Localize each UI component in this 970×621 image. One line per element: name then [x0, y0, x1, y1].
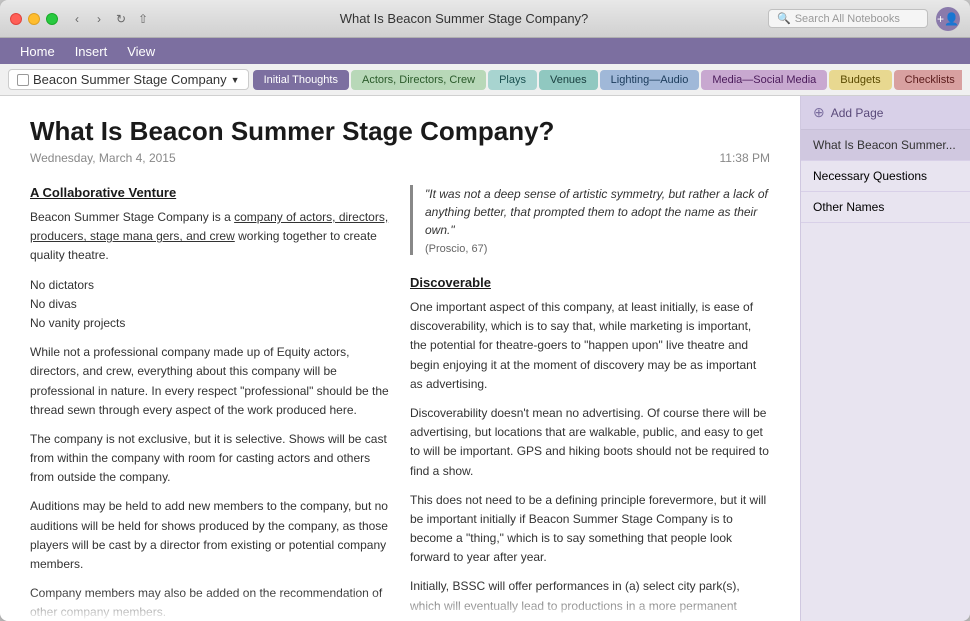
refresh-button[interactable]: ↻ [112, 10, 130, 28]
page-date-text: Wednesday, March 4, 2015 [30, 151, 176, 165]
collaborative-text-1: Beacon Summer Stage Company is a company… [30, 208, 390, 266]
share-button[interactable]: ⇧ [134, 10, 152, 28]
notebook-title-text: Beacon Summer Stage Company [33, 72, 227, 87]
tab-media[interactable]: Media—Social Media [701, 70, 827, 90]
back-button[interactable]: ‹ [68, 10, 86, 28]
window-controls [10, 13, 58, 25]
menu-view[interactable]: View [117, 38, 165, 64]
collaborative-text-3: While not a professional company made up… [30, 343, 390, 420]
page-title: What Is Beacon Summer Stage Company? [30, 116, 770, 147]
collaborative-text-2: No dictatorsNo divasNo vanity projects [30, 276, 390, 334]
page-content-area[interactable]: What Is Beacon Summer Stage Company? Wed… [0, 96, 800, 621]
tab-initial-thoughts[interactable]: Initial Thoughts [253, 70, 349, 90]
quote-box: "It was not a deep sense of artistic sym… [410, 185, 770, 255]
tab-checklists[interactable]: Checklists [894, 70, 962, 90]
chevron-down-icon: ▼ [231, 75, 240, 85]
notebook-selector[interactable]: Beacon Summer Stage Company ▼ [8, 69, 249, 90]
section-discoverable-title: Discoverable [410, 275, 770, 290]
menu-bar: Home Insert View [0, 38, 970, 64]
page-time-text: 11:38 PM [720, 151, 770, 165]
tab-plays[interactable]: Plays [488, 70, 537, 90]
notebook-bar: Beacon Summer Stage Company ▼ Initial Th… [0, 64, 970, 96]
discoverable-text-2: Discoverability doesn't mean no advertis… [410, 404, 770, 481]
search-icon: 🔍 [777, 12, 791, 25]
underline-company: company of actors, directors, producers,… [30, 210, 388, 243]
menu-insert[interactable]: Insert [65, 38, 118, 64]
title-bar: ‹ › ↻ ⇧ What Is Beacon Summer Stage Comp… [0, 0, 970, 38]
left-column: A Collaborative Venture Beacon Summer St… [30, 185, 390, 621]
content-columns: A Collaborative Venture Beacon Summer St… [30, 185, 770, 621]
right-column: "It was not a deep sense of artistic sym… [410, 185, 770, 621]
app-window: ‹ › ↻ ⇧ What Is Beacon Summer Stage Comp… [0, 0, 970, 621]
tabs-bar: Initial Thoughts Actors, Directors, Crew… [253, 70, 962, 90]
right-sidebar: ⊕ Add Page What Is Beacon Summer... Nece… [800, 96, 970, 621]
sidebar-page-what-is[interactable]: What Is Beacon Summer... [801, 130, 970, 161]
quote-attribution: (Proscio, 67) [425, 243, 770, 255]
close-button[interactable] [10, 13, 22, 25]
page-metadata: Wednesday, March 4, 2015 11:38 PM [30, 151, 770, 165]
window-title: What Is Beacon Summer Stage Company? [160, 11, 768, 26]
tab-lighting[interactable]: Lighting—Audio [600, 70, 700, 90]
minimize-button[interactable] [28, 13, 40, 25]
maximize-button[interactable] [46, 13, 58, 25]
discoverable-text-4: Initially, BSSC will offer performances … [410, 577, 770, 621]
section-collaborative-title: A Collaborative Venture [30, 185, 390, 200]
collaborative-text-6: Company members may also be added on the… [30, 584, 390, 621]
forward-button[interactable]: › [90, 10, 108, 28]
search-bar[interactable]: 🔍 Search All Notebooks [768, 9, 928, 28]
sidebar-page-other-names[interactable]: Other Names [801, 192, 970, 223]
collaborative-text-4: The company is not exclusive, but it is … [30, 430, 390, 488]
tab-venues[interactable]: Venues [539, 70, 598, 90]
main-content: What Is Beacon Summer Stage Company? Wed… [0, 96, 970, 621]
discoverable-text-1: One important aspect of this company, at… [410, 298, 770, 394]
tab-actors[interactable]: Actors, Directors, Crew [351, 70, 486, 90]
add-page-button[interactable]: ⊕ Add Page [801, 96, 970, 130]
discoverable-text-3: This does not need to be a defining prin… [410, 491, 770, 568]
tab-budgets[interactable]: Budgets [829, 70, 891, 90]
add-page-label: Add Page [831, 106, 884, 120]
plus-circle-icon: ⊕ [813, 104, 825, 121]
sidebar-page-necessary[interactable]: Necessary Questions [801, 161, 970, 192]
notebook-checkbox [17, 74, 29, 86]
person-icon: +👤 [937, 12, 959, 26]
quote-text: "It was not a deep sense of artistic sym… [425, 185, 770, 239]
nav-buttons: ‹ › ↻ ⇧ [68, 10, 152, 28]
add-user-button[interactable]: +👤 [936, 7, 960, 31]
menu-home[interactable]: Home [10, 38, 65, 64]
collaborative-text-5: Auditions may be held to add new members… [30, 497, 390, 574]
